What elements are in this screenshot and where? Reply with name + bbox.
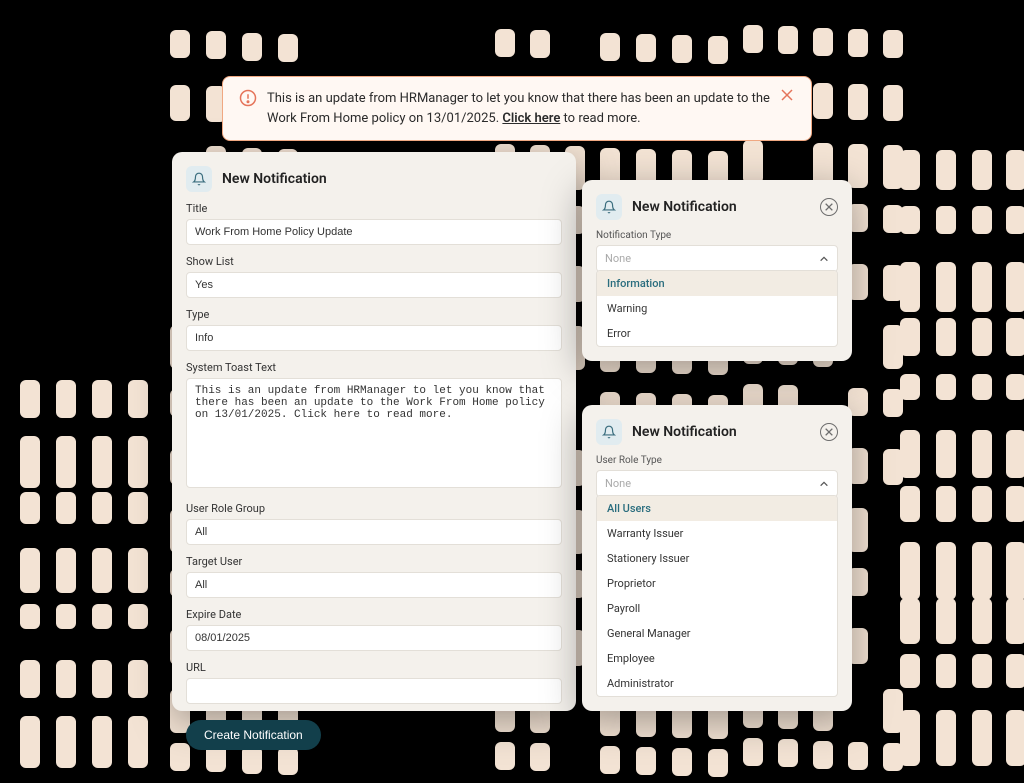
select-placeholder: None (605, 252, 631, 265)
target-user-input[interactable] (186, 572, 562, 598)
label-user-role-type: User Role Type (596, 455, 838, 466)
popup-role-header: New Notification (596, 419, 838, 445)
dropdown-option[interactable]: Proprietor (597, 571, 837, 596)
notification-type-select[interactable]: None (596, 245, 838, 272)
alert-icon (239, 89, 257, 107)
select-placeholder: None (605, 477, 631, 490)
label-expire-date: Expire Date (186, 608, 562, 621)
notification-toast: This is an update from HRManager to let … (222, 76, 812, 141)
new-notification-form: New Notification Title Show List Type Sy… (172, 152, 576, 711)
form-header: New Notification (186, 166, 562, 192)
show-list-input[interactable] (186, 272, 562, 298)
dropdown-option[interactable]: General Manager (597, 621, 837, 646)
user-role-type-options: All UsersWarranty IssuerStationery Issue… (596, 495, 838, 697)
create-notification-button[interactable]: Create Notification (186, 720, 321, 750)
label-title: Title (186, 202, 562, 215)
label-target-user: Target User (186, 555, 562, 568)
toast-text-input[interactable] (186, 378, 562, 488)
label-url: URL (186, 661, 562, 674)
popup-type-header: New Notification (596, 194, 838, 220)
toast-link[interactable]: Click here (502, 111, 560, 126)
dropdown-option[interactable]: Employee (597, 646, 837, 671)
chevron-up-icon (819, 254, 829, 264)
toast-text-after: to read more. (560, 111, 640, 126)
bell-icon (596, 194, 622, 220)
dropdown-option[interactable]: Stationery Issuer (597, 546, 837, 571)
bell-icon (186, 166, 212, 192)
expire-date-input[interactable] (186, 625, 562, 651)
form-title: New Notification (222, 171, 327, 187)
user-role-type-popup: New Notification User Role Type None All… (582, 405, 852, 711)
type-input[interactable] (186, 325, 562, 351)
label-user-role-group: User Role Group (186, 502, 562, 515)
label-show-list: Show List (186, 255, 562, 268)
label-toast-text: System Toast Text (186, 361, 562, 374)
close-icon[interactable] (820, 423, 838, 441)
dropdown-option[interactable]: All Users (597, 496, 837, 521)
popup-type-title: New Notification (632, 199, 737, 215)
url-input[interactable] (186, 678, 562, 704)
dropdown-option[interactable]: Error (597, 321, 837, 346)
label-notification-type: Notification Type (596, 230, 838, 241)
dropdown-option[interactable]: Information (597, 271, 837, 296)
close-icon[interactable] (820, 198, 838, 216)
label-type: Type (186, 308, 562, 321)
close-icon[interactable] (781, 89, 795, 101)
user-role-group-input[interactable] (186, 519, 562, 545)
bell-icon (596, 419, 622, 445)
dropdown-option[interactable]: Administrator (597, 671, 837, 696)
notification-type-options: InformationWarningError (596, 270, 838, 347)
dropdown-option[interactable]: Warranty Issuer (597, 521, 837, 546)
notification-type-popup: New Notification Notification Type None … (582, 180, 852, 361)
dropdown-option[interactable]: Payroll (597, 596, 837, 621)
user-role-type-select[interactable]: None (596, 470, 838, 497)
dropdown-option[interactable]: Warning (597, 296, 837, 321)
toast-message: This is an update from HRManager to let … (267, 89, 771, 128)
title-input[interactable] (186, 219, 562, 245)
chevron-up-icon (819, 479, 829, 489)
popup-role-title: New Notification (632, 424, 737, 440)
